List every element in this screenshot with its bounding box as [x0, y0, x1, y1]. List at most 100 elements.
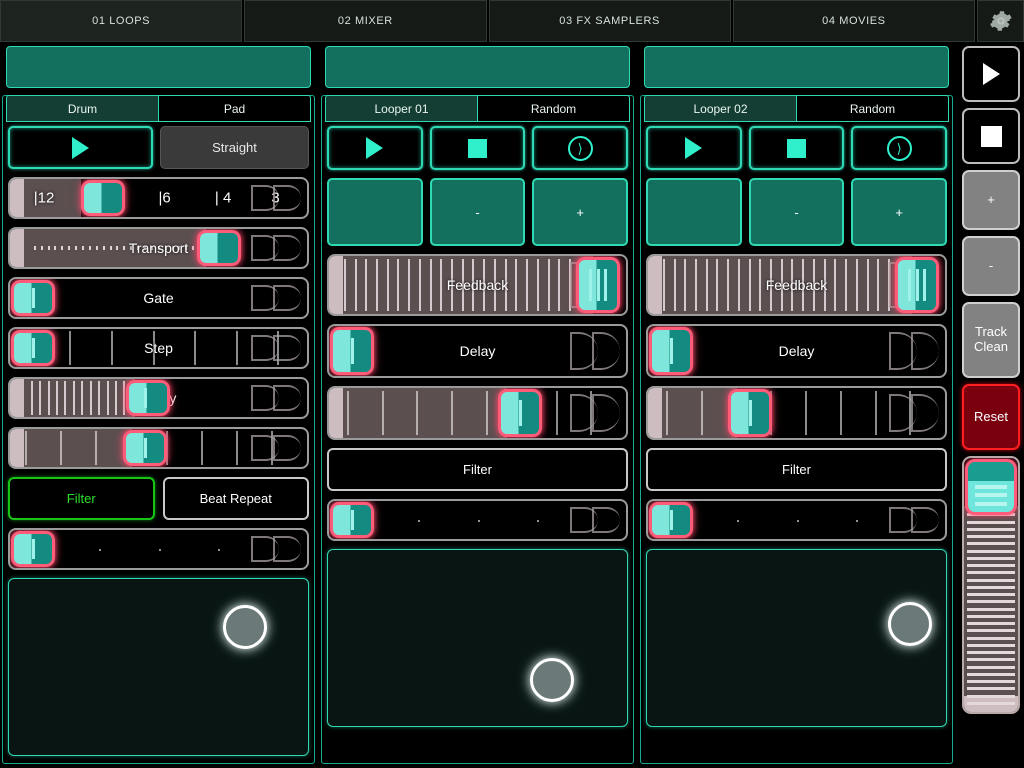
right-rail: + - Track Clean Reset: [958, 42, 1024, 768]
tab-01-loops[interactable]: 01 LOOPS: [0, 0, 243, 42]
slider-filter-amount[interactable]: [8, 528, 309, 570]
slider-handle[interactable]: [894, 257, 939, 313]
drum-play-button[interactable]: [8, 126, 153, 169]
looper02-header-slab[interactable]: [644, 46, 949, 88]
subtab-drum[interactable]: Drum: [6, 95, 158, 122]
xy-puck[interactable]: [888, 601, 933, 646]
slider-ticks: [329, 388, 626, 438]
pad-label: +: [895, 204, 903, 220]
slider-handle[interactable]: [125, 380, 170, 416]
tab-04-movies[interactable]: 04 MOVIES: [732, 0, 975, 42]
slider-handle[interactable]: [649, 502, 693, 538]
master-stop-button[interactable]: [962, 108, 1020, 164]
subtab-label: Random: [849, 101, 896, 116]
looper02-xy-pad[interactable]: [646, 549, 947, 727]
looper01-minus-button[interactable]: -: [429, 178, 526, 246]
looper02-plus-button[interactable]: +: [851, 178, 948, 246]
tab-02-mixer[interactable]: 02 MIXER: [244, 0, 487, 42]
looper02-minus-button[interactable]: -: [748, 178, 845, 246]
slider-feedback[interactable]: Feedback: [327, 254, 628, 316]
looper01-next-button[interactable]: ⟩: [532, 126, 629, 170]
slider-handle[interactable]: [197, 230, 242, 266]
division-label: |6: [158, 189, 171, 207]
tab-label: 03 FX SAMPLERS: [559, 15, 660, 27]
subtab-pad[interactable]: Pad: [158, 95, 311, 122]
slider-handle[interactable]: [11, 280, 55, 316]
fader-handle[interactable]: [965, 459, 1017, 515]
slider-handle[interactable]: [330, 327, 374, 375]
looper01-xy-pad[interactable]: [327, 549, 628, 727]
drum-header-slab[interactable]: [6, 46, 311, 88]
subtab-random[interactable]: Random: [796, 95, 949, 122]
looper02-filter-button[interactable]: Filter: [646, 448, 947, 491]
slider-delay[interactable]: Delay: [327, 324, 628, 378]
slider-handle[interactable]: [728, 389, 773, 437]
drum-tab-row: Drum Pad: [6, 95, 311, 122]
track-clean-line-2: Clean: [974, 339, 1008, 354]
looper02-pad-button[interactable]: [646, 178, 742, 246]
button-label: Filter: [782, 462, 811, 477]
drum-beat-repeat-button[interactable]: Beat Repeat: [162, 477, 309, 520]
slider-transport[interactable]: Transport: [8, 227, 309, 269]
drum-xy-pad[interactable]: [8, 578, 309, 756]
slider-handle[interactable]: [330, 502, 374, 538]
slider-handle[interactable]: [81, 180, 126, 216]
looper02-play-button[interactable]: [646, 126, 742, 170]
slider-handle[interactable]: [649, 327, 693, 375]
slider-unnamed-3[interactable]: [646, 386, 947, 440]
slider-handle[interactable]: [122, 430, 167, 466]
subtab-looper-02[interactable]: Looper 02: [644, 95, 796, 122]
looper02-body: ⟩ - + Feedback Delay Filter: [646, 126, 948, 727]
slider-ticks: [10, 229, 307, 267]
looper02-next-button[interactable]: ⟩: [851, 126, 948, 170]
pad-label: +: [576, 204, 584, 220]
subtab-random[interactable]: Random: [477, 95, 630, 122]
slider-handle[interactable]: [11, 531, 55, 567]
xy-puck[interactable]: [223, 604, 268, 649]
slider-delay[interactable]: Delay: [646, 324, 947, 378]
slider-unnamed-1[interactable]: [8, 427, 309, 469]
slider-feedback[interactable]: Feedback: [646, 254, 947, 316]
subtab-looper-01[interactable]: Looper 01: [325, 95, 477, 122]
stop-icon: [980, 125, 1002, 147]
slider-handle[interactable]: [498, 389, 543, 437]
button-label: -: [988, 257, 994, 273]
master-plus-button[interactable]: +: [962, 170, 1020, 230]
slider-step[interactable]: Step: [8, 327, 309, 369]
slider-divisions[interactable]: |12 |8 |6 | 4 3: [8, 177, 309, 219]
drum-body: Straight |12 |8 |6 | 4 3 Transpor: [8, 126, 309, 756]
column-looper-02: Looper 02 Random ⟩ - + Feedback Delay Fi…: [638, 42, 957, 768]
button-label: Filter: [66, 491, 96, 506]
slider-filter-amount[interactable]: [327, 499, 628, 541]
looper01-stop-button[interactable]: [429, 126, 526, 170]
track-clean-button[interactable]: Track Clean: [962, 302, 1020, 378]
slider-handle[interactable]: [11, 330, 55, 366]
tab-label: 01 LOOPS: [92, 15, 151, 27]
column-looper-01: Looper 01 Random ⟩ - + Feedback Delay Fi…: [319, 42, 638, 768]
subtab-label: Looper 01: [374, 101, 429, 116]
master-minus-button[interactable]: -: [962, 236, 1020, 296]
tab-03-fx-samplers[interactable]: 03 FX SAMPLERS: [488, 0, 731, 42]
slider-filter-amount[interactable]: [646, 499, 947, 541]
looper01-body: ⟩ - + Feedback Delay Filter: [327, 126, 629, 727]
master-fader[interactable]: [962, 456, 1020, 714]
slider-handle[interactable]: [575, 257, 620, 313]
looper01-plus-button[interactable]: +: [532, 178, 629, 246]
drum-mode-button[interactable]: Straight: [160, 126, 309, 169]
master-play-button[interactable]: [962, 46, 1020, 102]
settings-button[interactable]: [977, 0, 1024, 42]
looper01-pad-button[interactable]: [327, 178, 423, 246]
looper02-stop-button[interactable]: [748, 126, 845, 170]
looper01-play-button[interactable]: [327, 126, 423, 170]
reset-button[interactable]: Reset: [962, 384, 1020, 450]
play-icon: [685, 137, 703, 159]
looper01-filter-button[interactable]: Filter: [327, 448, 628, 491]
slider-unnamed-2[interactable]: [327, 386, 628, 440]
looper01-header-slab[interactable]: [325, 46, 630, 88]
drum-filter-button[interactable]: Filter: [8, 477, 155, 520]
subtab-label: Drum: [67, 101, 98, 116]
slider-delay[interactable]: Delay: [8, 377, 309, 419]
xy-puck[interactable]: [530, 658, 575, 703]
slider-gate[interactable]: Gate: [8, 277, 309, 319]
button-label: Track Clean: [974, 324, 1008, 355]
